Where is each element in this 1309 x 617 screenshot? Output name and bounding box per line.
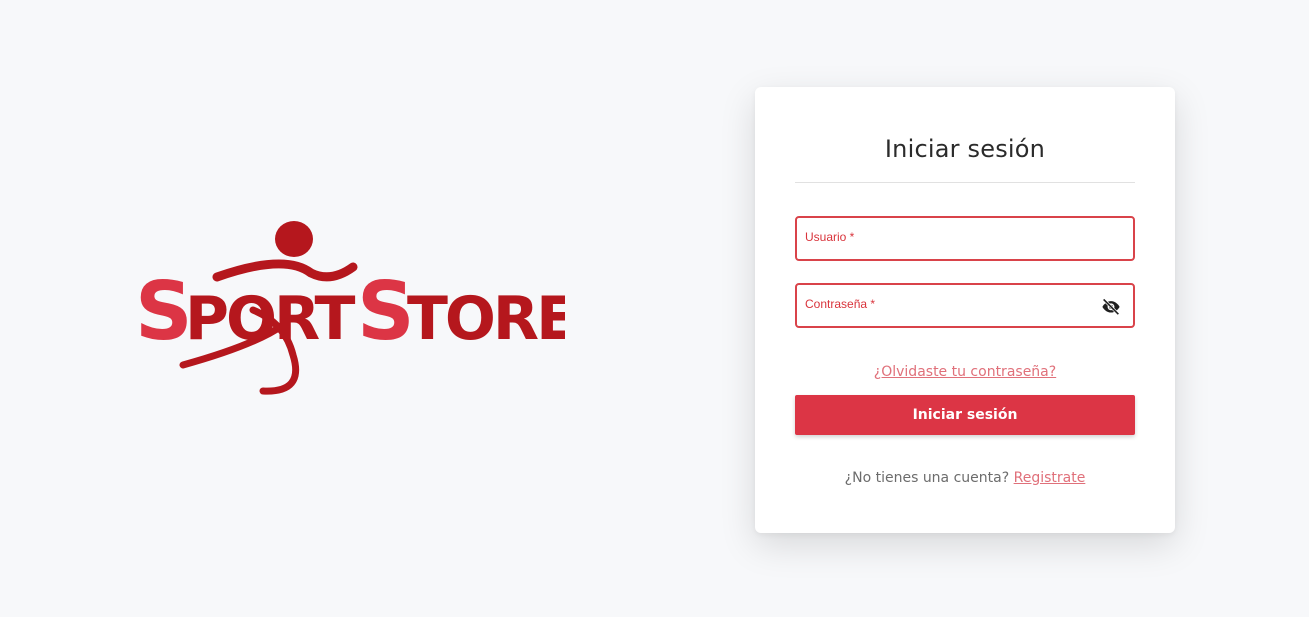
password-input[interactable] (805, 306, 1093, 322)
login-card: Iniciar sesión Usuario * Contraseña * ¿O… (755, 87, 1175, 533)
signup-prompt: ¿No tienes una cuenta? Registrate (755, 469, 1175, 487)
forgot-password: ¿Olvidaste tu contraseña? (755, 363, 1175, 381)
svg-text:TORE: TORE (407, 284, 565, 354)
forgot-password-link[interactable]: ¿Olvidaste tu contraseña? (874, 364, 1056, 380)
username-input[interactable] (805, 239, 1093, 255)
signup-prompt-text: ¿No tienes una cuenta? (844, 470, 1010, 486)
svg-text:S: S (357, 265, 415, 358)
username-field[interactable]: Usuario * (795, 216, 1135, 261)
signup-link[interactable]: Registrate (1014, 470, 1086, 486)
login-title: Iniciar sesión (884, 135, 1046, 163)
sportstore-logo: S PORT S TORE (135, 215, 565, 400)
password-field[interactable]: Contraseña * (795, 283, 1135, 328)
svg-text:PORT: PORT (185, 284, 355, 354)
login-button[interactable]: Iniciar sesión (795, 395, 1135, 435)
login-page: S PORT S TORE Iniciar sesión Usuario * C… (0, 0, 1309, 617)
title-divider (795, 182, 1135, 183)
eye-off-icon[interactable] (1101, 297, 1121, 316)
svg-text:S: S (135, 265, 193, 358)
